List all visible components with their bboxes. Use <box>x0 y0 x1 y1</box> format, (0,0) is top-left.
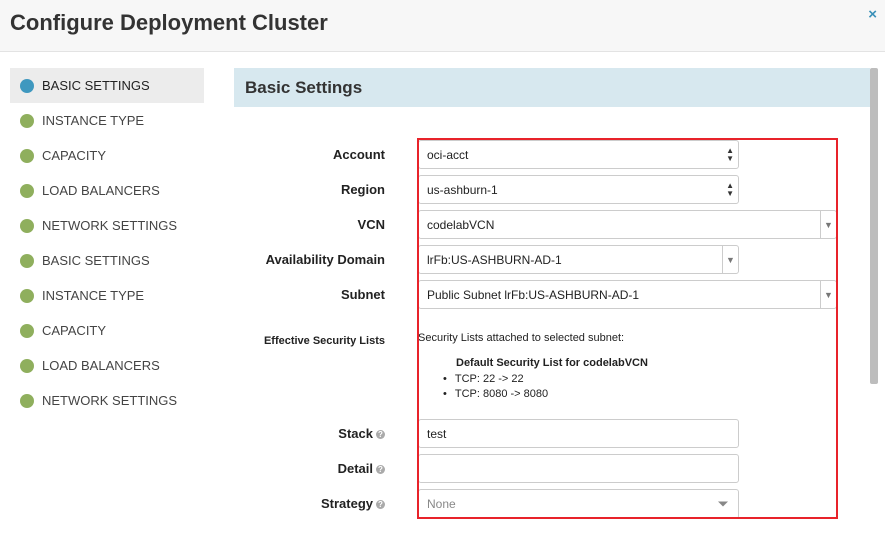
detail-input[interactable] <box>418 454 739 483</box>
wizard-sidebar: BASIC SETTINGS INSTANCE TYPE CAPACITY LO… <box>10 68 204 418</box>
sidebar-item-load-balancers-2[interactable]: LOAD BALANCERS <box>10 348 204 383</box>
sidebar-item-label: INSTANCE TYPE <box>42 113 145 128</box>
sidebar-item-instance-type-2[interactable]: INSTANCE TYPE <box>10 278 204 313</box>
sidebar-item-basic-settings[interactable]: BASIC SETTINGS <box>10 68 204 103</box>
account-label: Account <box>333 147 385 162</box>
sidebar-item-load-balancers[interactable]: LOAD BALANCERS <box>10 173 204 208</box>
account-select[interactable]: oci-acct ▲ ▼ <box>418 140 739 169</box>
vcn-select[interactable]: codelabVCN ▼ <box>418 210 837 239</box>
chevron-down-icon: ▼ <box>820 281 836 308</box>
scrollbar-thumb[interactable] <box>870 68 878 384</box>
stack-label: Stack? <box>338 426 385 441</box>
sidebar-item-label: LOAD BALANCERS <box>42 183 160 198</box>
step-status-icon <box>20 323 34 338</box>
vcn-label: VCN <box>357 217 385 232</box>
step-status-icon <box>20 253 34 268</box>
up-down-arrows-icon: ▲ ▼ <box>726 145 734 163</box>
list-item: TCP: 8080 -> 8080 <box>443 387 548 402</box>
strategy-label: Strategy? <box>321 496 385 511</box>
sidebar-item-label: BASIC SETTINGS <box>42 78 150 93</box>
help-icon[interactable]: ? <box>376 500 385 509</box>
step-status-icon <box>20 78 34 93</box>
security-rules-list: TCP: 22 -> 22 TCP: 8080 -> 8080 <box>443 372 548 402</box>
strategy-label-text: Strategy <box>320 496 373 511</box>
region-label: Region <box>340 182 385 197</box>
step-status-icon <box>20 183 34 198</box>
availability-domain-select[interactable]: lrFb:US-ASHBURN-AD-1 ▼ <box>418 245 739 274</box>
region-select[interactable]: us-ashburn-1 ▲ ▼ <box>418 175 739 204</box>
chevron-down-icon: ▼ <box>820 211 836 238</box>
chevron-down-icon: ▼ <box>722 246 738 273</box>
vcn-value: codelabVCN <box>427 217 495 232</box>
list-item: TCP: 22 -> 22 <box>443 372 548 387</box>
sidebar-item-instance-type[interactable]: INSTANCE TYPE <box>10 103 204 138</box>
account-value: oci-acct <box>427 147 469 162</box>
help-icon[interactable]: ? <box>376 465 385 474</box>
security-lists-intro: Security Lists attached to selected subn… <box>418 332 625 344</box>
sidebar-item-network-settings[interactable]: NETWORK SETTINGS <box>10 208 204 243</box>
availability-domain-value: lrFb:US-ASHBURN-AD-1 <box>427 252 562 267</box>
sidebar-item-network-settings-2[interactable]: NETWORK SETTINGS <box>10 383 204 418</box>
strategy-select[interactable]: None <box>418 489 739 519</box>
stack-label-text: Stack <box>338 426 373 441</box>
sidebar-item-label: INSTANCE TYPE <box>42 288 145 303</box>
sidebar-item-label: NETWORK SETTINGS <box>42 393 178 408</box>
subnet-value: Public Subnet lrFb:US-ASHBURN-AD-1 <box>427 287 640 302</box>
security-lists-label: Effective Security Lists <box>263 335 385 347</box>
step-status-icon <box>20 148 34 163</box>
step-status-icon <box>20 358 34 373</box>
security-list-title: Default Security List for codelabVCN <box>456 357 648 369</box>
sidebar-item-label: BASIC SETTINGS <box>42 253 150 268</box>
availability-domain-label: Availability Domain <box>265 252 385 267</box>
region-value: us-ashburn-1 <box>427 182 498 197</box>
sidebar-item-label: CAPACITY <box>42 148 107 163</box>
sidebar-item-basic-settings-2[interactable]: BASIC SETTINGS <box>10 243 204 278</box>
subnet-label: Subnet <box>340 287 385 302</box>
sidebar-item-capacity[interactable]: CAPACITY <box>10 138 204 173</box>
step-status-icon <box>20 393 34 408</box>
sidebar-item-label: LOAD BALANCERS <box>42 358 160 373</box>
help-icon[interactable]: ? <box>376 430 385 439</box>
section-title: Basic Settings <box>245 77 363 97</box>
sidebar-item-label: NETWORK SETTINGS <box>42 218 178 233</box>
stack-input[interactable]: test <box>418 419 739 448</box>
sidebar-item-capacity-2[interactable]: CAPACITY <box>10 313 204 348</box>
strategy-value: None <box>427 497 456 511</box>
chevron-down-icon <box>718 501 728 507</box>
dialog-header: Configure Deployment Cluster × <box>0 0 885 52</box>
step-status-icon <box>20 113 34 128</box>
close-icon[interactable]: × <box>868 6 877 23</box>
stack-value: test <box>427 426 447 441</box>
step-status-icon <box>20 218 34 233</box>
subnet-select[interactable]: Public Subnet lrFb:US-ASHBURN-AD-1 ▼ <box>418 280 837 309</box>
dialog-title: Configure Deployment Cluster <box>10 10 328 35</box>
section-header: Basic Settings <box>234 68 870 107</box>
detail-label-text: Detail <box>337 461 373 476</box>
sidebar-item-label: CAPACITY <box>42 323 107 338</box>
detail-label: Detail? <box>338 461 385 476</box>
up-down-arrows-icon: ▲ ▼ <box>726 180 734 198</box>
step-status-icon <box>20 288 34 303</box>
